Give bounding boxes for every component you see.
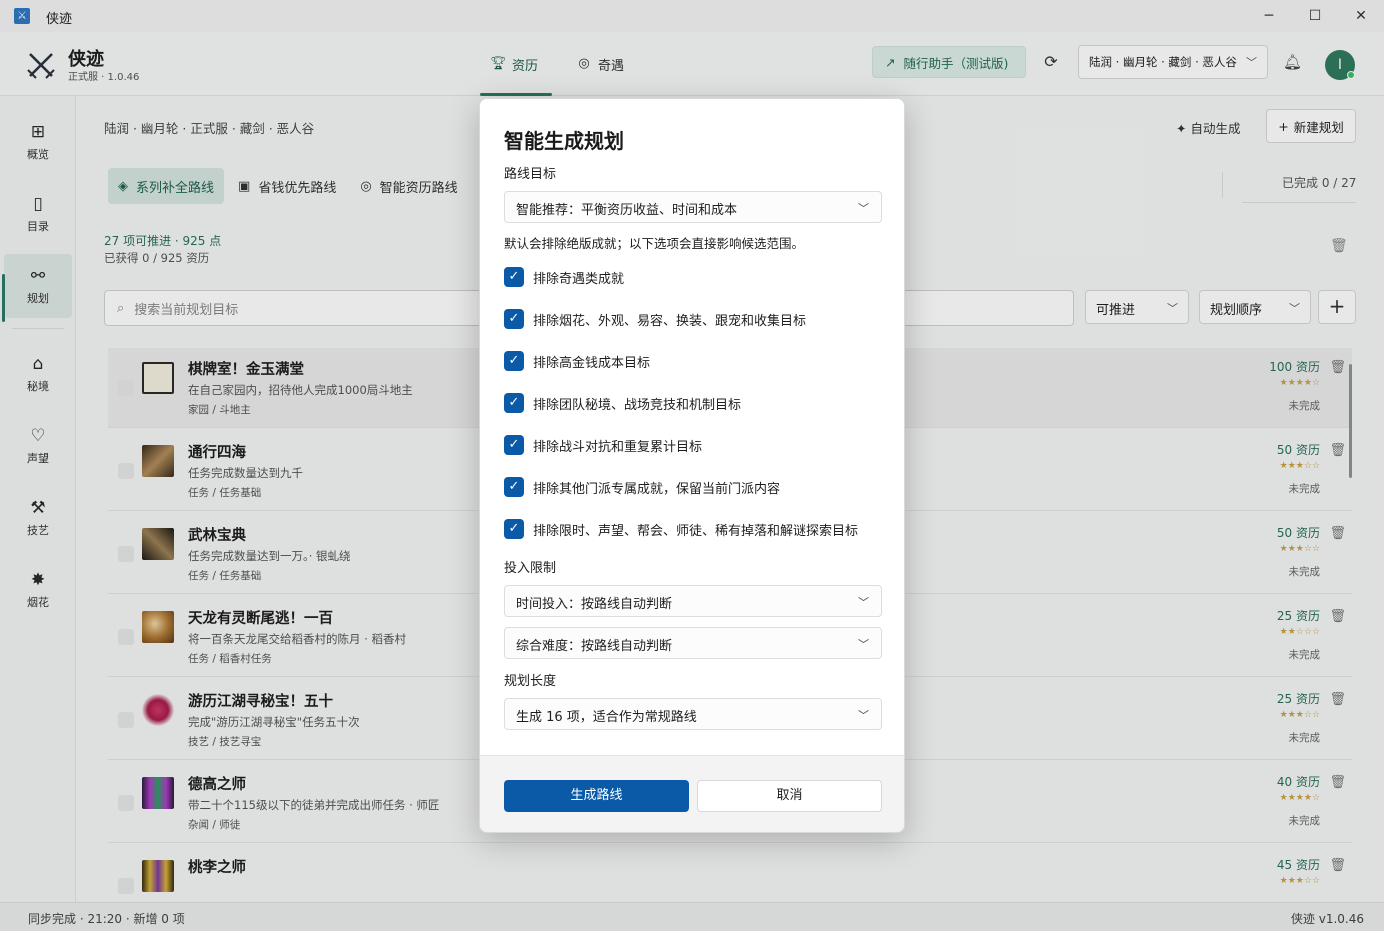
chevron-down-icon: ﹀ — [858, 709, 869, 722]
route-goal-value: 智能推荐：平衡资历收益、时间和成本 — [516, 203, 738, 218]
checkbox-checked-icon[interactable]: ✓ — [504, 477, 524, 497]
checkbox-checked-icon[interactable]: ✓ — [504, 519, 524, 539]
chevron-down-icon: ﹀ — [858, 596, 869, 609]
cancel-button[interactable]: 取消 — [697, 780, 882, 812]
dialog-footer: 生成路线 取消 — [480, 755, 904, 832]
app-window: ⚔ 侠迹 ─ ☐ ✕ 侠迹 正式服 · 1.0.46 🏆︎ 资历 ◎ 奇遇 ↗ … — [0, 0, 1384, 931]
time-investment-select[interactable]: 时间投入：按路线自动判断 ﹀ — [504, 585, 882, 617]
checkbox-checked-icon[interactable]: ✓ — [504, 435, 524, 455]
checkbox-checked-icon[interactable]: ✓ — [504, 309, 524, 329]
option-exclude-high-cost[interactable]: ✓ 排除高金钱成本目标 — [504, 351, 650, 371]
generate-route-button[interactable]: 生成路线 — [504, 780, 689, 812]
plan-length-label: 规划长度 — [504, 674, 557, 689]
option-label: 排除高金钱成本目标 — [533, 355, 651, 371]
time-investment-value: 时间投入：按路线自动判断 — [516, 597, 673, 612]
option-label: 排除烟花、外观、易容、换装、跟宠和收集目标 — [533, 313, 807, 329]
option-label: 排除其他门派专属成就，保留当前门派内容 — [533, 481, 781, 497]
dialog-title: 智能生成规划 — [504, 129, 624, 153]
chevron-down-icon: ﹀ — [858, 638, 869, 651]
chevron-down-icon: ﹀ — [858, 202, 869, 215]
option-label: 排除战斗对抗和重复累计目标 — [533, 439, 703, 455]
investment-limit-label: 投入限制 — [504, 561, 557, 576]
exclusion-hint: 默认会排除绝版成就；以下选项会直接影响候选范围。 — [504, 236, 805, 251]
option-exclude-cosmetics[interactable]: ✓ 排除烟花、外观、易容、换装、跟宠和收集目标 — [504, 309, 806, 329]
option-exclude-limited[interactable]: ✓ 排除限时、声望、帮会、师徒、稀有掉落和解谜探索目标 — [504, 519, 858, 539]
option-exclude-combat[interactable]: ✓ 排除战斗对抗和重复累计目标 — [504, 435, 702, 455]
difficulty-value: 综合难度：按路线自动判断 — [516, 639, 673, 654]
route-goal-label: 路线目标 — [504, 167, 557, 182]
checkbox-checked-icon[interactable]: ✓ — [504, 351, 524, 371]
checkbox-checked-icon[interactable]: ✓ — [504, 393, 524, 413]
option-label: 排除团队秘境、战场竞技和机制目标 — [533, 397, 742, 413]
option-label: 排除奇遇类成就 — [533, 271, 625, 287]
option-exclude-team-dungeons[interactable]: ✓ 排除团队秘境、战场竞技和机制目标 — [504, 393, 741, 413]
option-exclude-other-sects[interactable]: ✓ 排除其他门派专属成就，保留当前门派内容 — [504, 477, 780, 497]
difficulty-select[interactable]: 综合难度：按路线自动判断 ﹀ — [504, 627, 882, 659]
option-exclude-encounters[interactable]: ✓ 排除奇遇类成就 — [504, 267, 624, 287]
checkbox-checked-icon[interactable]: ✓ — [504, 267, 524, 287]
route-goal-select[interactable]: 智能推荐：平衡资历收益、时间和成本 ﹀ — [504, 191, 882, 223]
plan-length-value: 生成 16 项，适合作为常规路线 — [516, 710, 697, 725]
option-label: 排除限时、声望、帮会、师徒、稀有掉落和解谜探索目标 — [533, 523, 859, 539]
plan-length-select[interactable]: 生成 16 项，适合作为常规路线 ﹀ — [504, 698, 882, 730]
smart-plan-dialog: 智能生成规划 路线目标 智能推荐：平衡资历收益、时间和成本 ﹀ 默认会排除绝版成… — [479, 98, 905, 833]
